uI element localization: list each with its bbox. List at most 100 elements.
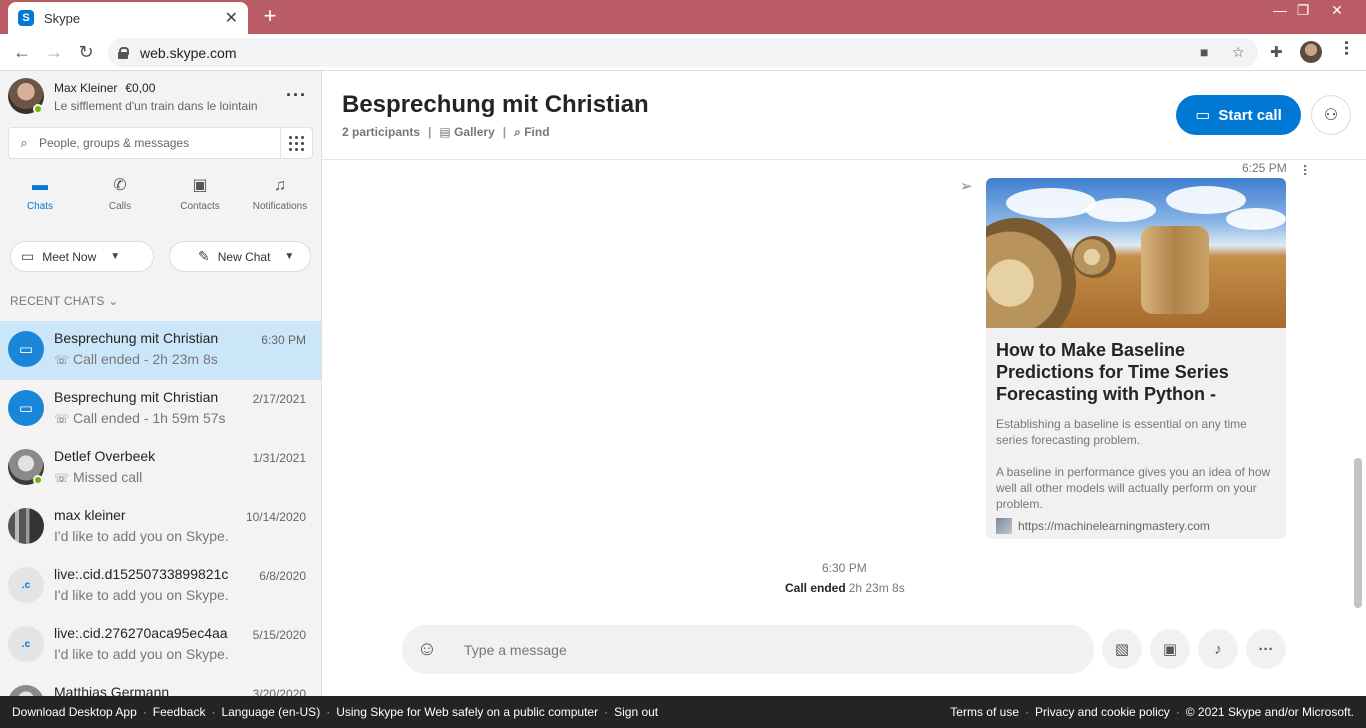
missed-call-icon: ☏	[54, 471, 70, 485]
gallery-link[interactable]: ▤ Gallery	[439, 125, 494, 140]
participants-link[interactable]: 2 participants	[342, 125, 420, 140]
emoji-icon[interactable]: ☺	[402, 638, 452, 661]
card-desc-paragraph: Establishing a baseline is essential on …	[996, 417, 1247, 447]
send-contact-icon[interactable]: ▣	[1150, 629, 1190, 669]
gallery-icon: ▤	[439, 125, 451, 139]
separator: ·	[142, 705, 147, 719]
camera-icon[interactable]: ■	[1200, 44, 1208, 60]
restore-window-icon[interactable]: ❐	[1288, 2, 1318, 19]
contact-card-icon: ▣	[192, 177, 208, 194]
chat-preview-text: I'd like to add you on Skype.	[54, 528, 229, 544]
microphone-icon[interactable]: ♪	[1198, 629, 1238, 669]
find-link[interactable]: ⌕ Find	[514, 125, 549, 140]
start-call-label: Start call	[1218, 106, 1282, 124]
privacy-link[interactable]: Privacy and cookie policy	[1035, 705, 1170, 719]
url-text: web.skype.com	[140, 44, 237, 61]
browser-tab[interactable]: S Skype ✕	[8, 2, 248, 34]
recent-chats-header[interactable]: RECENT CHATS ⌄	[10, 294, 118, 308]
browser-profile-avatar[interactable]	[1300, 41, 1322, 63]
sign-out-link[interactable]: Sign out	[614, 705, 658, 719]
list-item[interactable]: max kleiner 10/14/2020 I'd like to add y…	[0, 498, 321, 557]
forward-icon[interactable]: →	[42, 40, 66, 64]
list-item[interactable]: ▭ Besprechung mit Christian 6:30 PM ☏ Cal…	[0, 321, 321, 380]
chat-preview-text: I'd like to add you on Skype.	[54, 646, 229, 662]
tab-chats[interactable]: ▬ Chats	[0, 175, 80, 221]
back-icon[interactable]: ←	[10, 40, 34, 64]
chat-preview-text: Missed call	[73, 469, 143, 485]
chevron-down-icon[interactable]: ▼	[110, 251, 120, 262]
chat-name: Besprechung mit Christian	[54, 389, 219, 405]
separator: ·	[604, 705, 609, 719]
call-event-time: 6:30 PM	[822, 561, 867, 575]
list-item[interactable]: Matthias Germann 3/20/2020	[0, 675, 321, 696]
separator: ·	[1025, 705, 1029, 719]
chevron-down-icon[interactable]: ▼	[284, 251, 294, 262]
download-app-link[interactable]: Download Desktop App	[12, 705, 137, 719]
hangup-icon: ☏	[54, 412, 70, 426]
message-composer: ☺	[402, 625, 1094, 674]
link-preview-card[interactable]: How to Make Baseline Predictions for Tim…	[986, 178, 1286, 539]
close-window-icon[interactable]: ✕	[1322, 2, 1352, 19]
online-status-icon	[33, 104, 43, 114]
feedback-link[interactable]: Feedback	[153, 705, 206, 719]
list-item[interactable]: Detlef Overbeek 1/31/2021 ☏ Missed call	[0, 439, 321, 498]
more-options-icon[interactable]: ···	[1246, 629, 1286, 669]
chat-bubble-icon: ▬	[32, 177, 48, 194]
add-person-icon[interactable]: ⚇	[1311, 95, 1351, 135]
card-title: How to Make Baseline Predictions for Tim…	[996, 340, 1229, 404]
browser-menu-icon[interactable]: ⋯	[1336, 40, 1355, 56]
message-options-icon[interactable]: ⋯	[1298, 164, 1312, 176]
meet-now-button[interactable]: ▭ Meet Now ▼	[10, 241, 154, 272]
start-call-button[interactable]: ▭ Start call	[1176, 95, 1301, 135]
card-source[interactable]: https://machinelearningmastery.com	[996, 518, 1210, 534]
browser-tab-bar: S Skype ✕ + — ❐ ✕	[0, 0, 1366, 34]
tab-label: Contacts	[180, 201, 220, 212]
site-favicon-icon	[996, 518, 1012, 534]
reload-icon[interactable]: ↻	[74, 40, 98, 64]
action-row: ▭ Meet Now ▼ ✎ New Chat ▼	[10, 241, 312, 273]
chat-name: live:.cid.276270aca95ec4aa	[54, 625, 228, 641]
video-camera-icon: ▭	[21, 248, 35, 264]
chevron-down-icon: ⌄	[108, 294, 119, 308]
conversation-title[interactable]: Besprechung mit Christian	[342, 91, 649, 119]
chat-preview-text: Call ended - 1h 59m 57s	[73, 410, 226, 426]
tab-notifications[interactable]: ♫ Notifications	[240, 175, 320, 221]
message-input[interactable]	[464, 641, 1064, 658]
safety-link[interactable]: Using Skype for Web safely on a public c…	[336, 705, 598, 719]
close-tab-icon[interactable]: ✕	[225, 8, 238, 28]
profile-name-row[interactable]: Max Kleiner €0,00	[54, 81, 155, 95]
chat-preview-text: Call ended - 2h 23m 8s	[73, 351, 218, 367]
new-chat-button[interactable]: ✎ New Chat ▼	[169, 241, 311, 272]
tab-calls[interactable]: ✆ Calls	[80, 175, 160, 221]
recent-chats-label: RECENT CHATS	[10, 294, 105, 308]
terms-link[interactable]: Terms of use	[950, 705, 1019, 719]
meet-now-label: Meet Now	[42, 249, 97, 264]
extensions-puzzle-icon[interactable]: ✚	[1270, 43, 1283, 61]
conversation-header: Besprechung mit Christian 2 participants…	[322, 71, 1366, 160]
skype-favicon-icon: S	[18, 10, 34, 26]
scrollbar-thumb[interactable]	[1354, 458, 1362, 608]
list-item[interactable]: ▭ Besprechung mit Christian 2/17/2021 ☏ C…	[0, 380, 321, 439]
conversation-pane: Besprechung mit Christian 2 participants…	[322, 71, 1366, 696]
list-item[interactable]: .c live:.cid.276270aca95ec4aa 5/15/2020 …	[0, 616, 321, 675]
bookmark-star-icon[interactable]: ☆	[1232, 44, 1245, 61]
search-icon: ⌕	[20, 135, 28, 150]
list-item[interactable]: .c live:.cid.d15250733899821c 6/8/2020 I…	[0, 557, 321, 616]
call-ended-label: Call ended	[785, 581, 846, 595]
dialpad-icon[interactable]	[280, 128, 312, 158]
search-input[interactable]	[39, 136, 279, 150]
more-options-icon[interactable]: ···	[286, 85, 307, 106]
group-call-avatar-icon: ▭	[8, 331, 44, 367]
bell-icon: ♫	[274, 177, 286, 194]
tab-contacts[interactable]: ▣ Contacts	[160, 175, 240, 221]
chat-time: 6/8/2020	[259, 569, 306, 583]
new-chat-label: New Chat	[217, 249, 271, 264]
contact-avatar	[8, 685, 44, 696]
address-bar[interactable]: web.skype.com ■ ☆	[108, 38, 1258, 67]
language-link[interactable]: Language (en-US)	[221, 705, 320, 719]
video-camera-icon: ▭	[1195, 107, 1211, 124]
search-icon: ⌕	[514, 125, 521, 139]
gallery-label: Gallery	[454, 125, 495, 139]
new-tab-button[interactable]: +	[258, 5, 282, 29]
add-media-icon[interactable]: ▧	[1102, 629, 1142, 669]
